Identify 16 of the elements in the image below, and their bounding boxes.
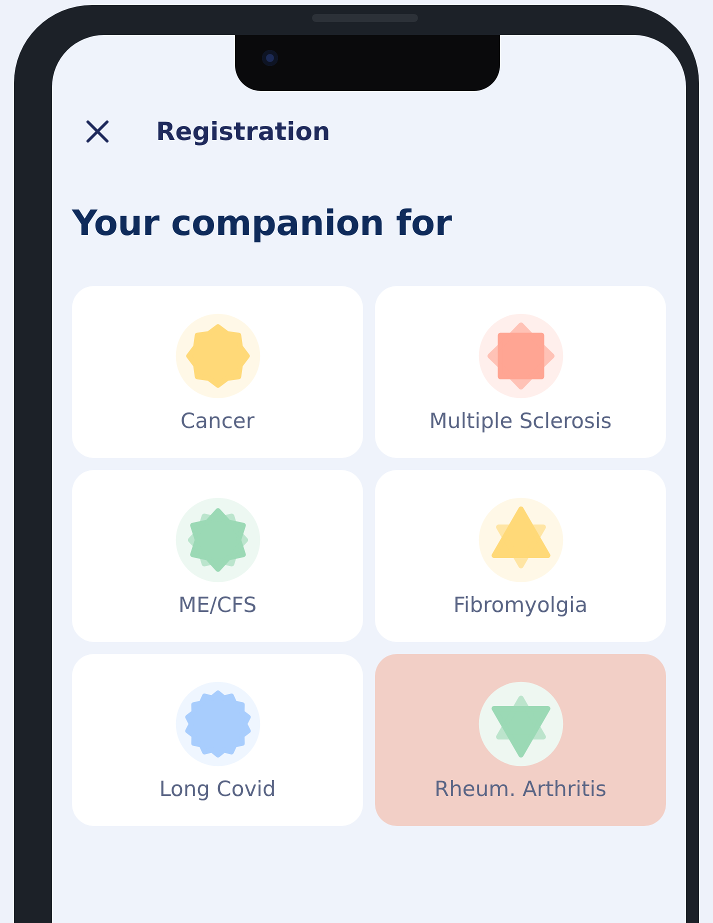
condition-card[interactable]: Multiple Sclerosis <box>375 286 666 458</box>
condition-label: Multiple Sclerosis <box>429 409 612 433</box>
condition-label: Fibromyolgia <box>453 593 588 617</box>
condition-card[interactable]: Rheum. Arthritis <box>375 654 666 826</box>
condition-label: Rheum. Arthritis <box>434 777 606 801</box>
condition-label: Long Covid <box>159 777 276 801</box>
page-heading: Your companion for <box>72 204 453 244</box>
condition-card[interactable]: Long Covid <box>72 654 363 826</box>
condition-label: ME/CFS <box>178 593 257 617</box>
condition-label: Cancer <box>180 409 254 433</box>
screen-title: Registration <box>156 117 330 146</box>
condition-card[interactable]: Fibromyolgia <box>375 470 666 642</box>
camera-icon <box>262 50 278 66</box>
condition-card[interactable]: ME/CFS <box>72 470 363 642</box>
close-icon[interactable] <box>85 119 110 144</box>
condition-card[interactable]: Cancer <box>72 286 363 458</box>
